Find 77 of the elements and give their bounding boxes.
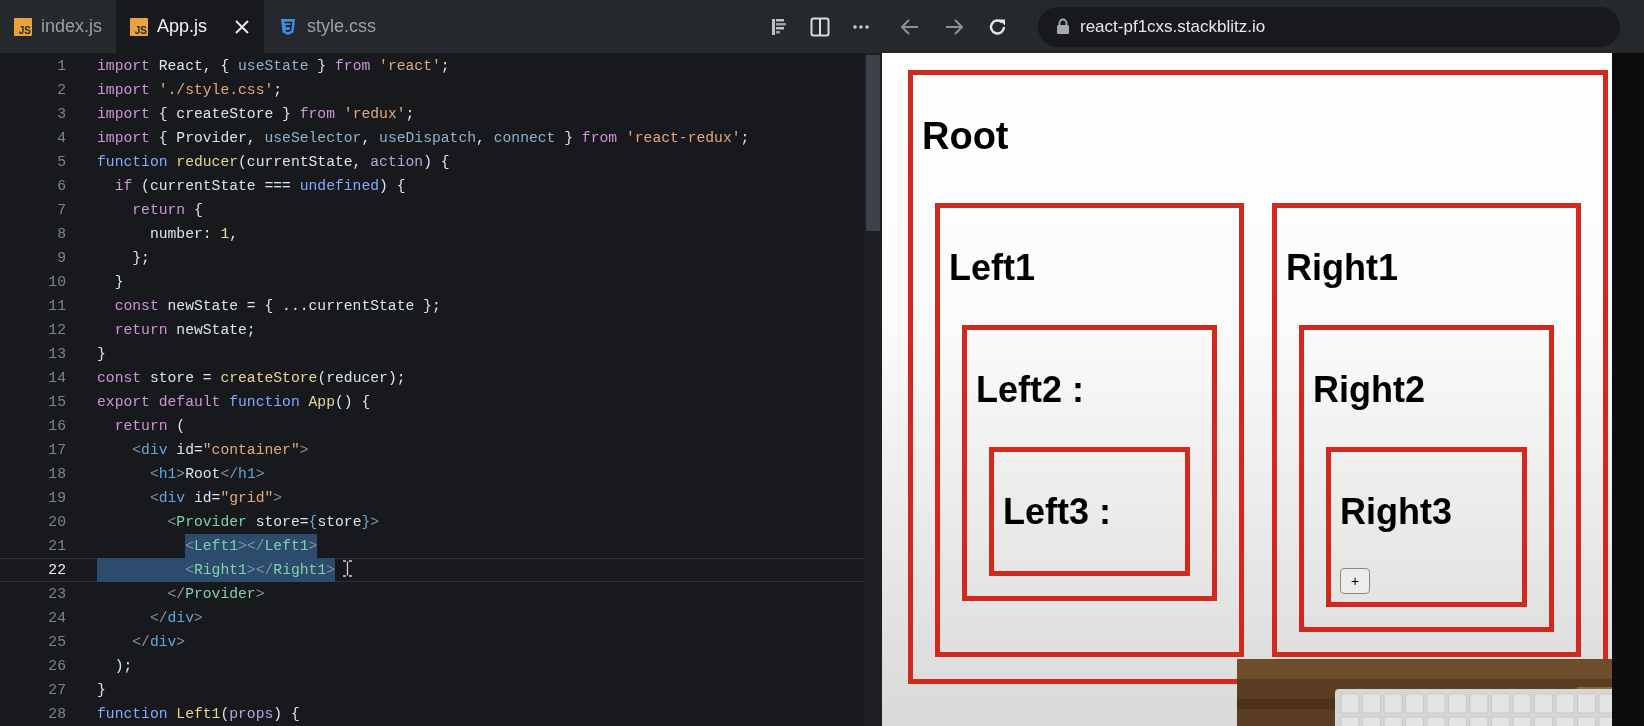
text-cursor-icon xyxy=(341,560,355,577)
file-tab[interactable]: style.css xyxy=(264,0,391,53)
line-number: 6 xyxy=(56,177,66,196)
file-tab[interactable]: JS index.js xyxy=(0,0,117,53)
line-number: 17 xyxy=(47,441,66,460)
code-line: import React, { useState } from 'react'; xyxy=(97,57,450,76)
line-number: 2 xyxy=(56,81,66,100)
code-line: import './style.css'; xyxy=(97,81,283,100)
close-icon[interactable] xyxy=(234,18,251,35)
code-line: <div id="container"> xyxy=(131,441,309,460)
line-number: 13 xyxy=(47,345,66,364)
reload-icon[interactable] xyxy=(988,16,1008,37)
code-line: } xyxy=(97,681,106,700)
line-number: 15 xyxy=(47,393,66,412)
code-line: ); xyxy=(113,657,133,676)
code-line: return newState; xyxy=(113,321,256,340)
component-title: Left1 xyxy=(949,246,1036,290)
js-file-icon: JS xyxy=(130,17,149,36)
line-number: 12 xyxy=(47,321,66,340)
code-line: <Provider store={store}> xyxy=(166,513,380,532)
code-line: <div id="grid"> xyxy=(148,489,283,508)
code-line: import { createStore } from 'redux'; xyxy=(97,105,415,124)
address-bar[interactable]: react-pf1cxs.stackblitz.io xyxy=(1038,6,1620,47)
back-icon[interactable] xyxy=(900,16,920,37)
code-line: } xyxy=(113,273,124,292)
js-file-icon: JS xyxy=(14,17,32,36)
code-line: function Left1(props) { xyxy=(97,705,300,724)
code-line: export default function App() { xyxy=(97,393,371,412)
plus-button[interactable]: + xyxy=(1340,568,1371,594)
line-number: 16 xyxy=(47,417,66,436)
line-number: 9 xyxy=(56,249,66,268)
code-line: if (currentState === undefined) { xyxy=(113,177,406,196)
line-number: 22 xyxy=(47,561,66,580)
line-number: 20 xyxy=(47,513,66,532)
split-view-icon[interactable] xyxy=(810,16,830,37)
line-number: 21 xyxy=(47,537,66,556)
code-line: import { Provider, useSelector, useDispatch, connect } from 'react-redux'; xyxy=(97,129,750,148)
component-title: Left2 : xyxy=(976,368,1085,412)
line-number: 27 xyxy=(47,681,66,700)
code-line: <h1>Root</h1> xyxy=(148,465,265,484)
code-line: const newState = { ...currentState }; xyxy=(113,297,441,316)
line-number: 3 xyxy=(56,105,66,124)
line-number: 8 xyxy=(56,225,66,244)
root-heading: Root xyxy=(922,114,1010,159)
file-tab[interactable]: JS App.js xyxy=(116,0,265,53)
line-number: 14 xyxy=(47,369,66,388)
line-number: 11 xyxy=(47,297,66,316)
code-line: } xyxy=(97,345,106,364)
code-line: </div> xyxy=(131,633,186,652)
code-line: }; xyxy=(131,249,150,268)
component-title: Right3 xyxy=(1340,490,1453,534)
code-line: </Provider> xyxy=(166,585,265,604)
forward-icon[interactable] xyxy=(944,16,964,37)
code-line: number: 1, xyxy=(148,225,239,244)
scrollbar-thumb[interactable] xyxy=(866,55,880,231)
component-title: Right2 xyxy=(1313,368,1426,412)
code-line: </div> xyxy=(148,609,203,628)
code-line: return { xyxy=(131,201,203,220)
line-number: 23 xyxy=(47,585,66,604)
component-title: Left3 : xyxy=(1003,490,1112,534)
line-number: 7 xyxy=(56,201,66,220)
line-number: 19 xyxy=(47,489,66,508)
line-number: 5 xyxy=(56,153,66,172)
line-number: 24 xyxy=(47,609,66,628)
line-number: 10 xyxy=(47,273,66,292)
code-line: return ( xyxy=(113,417,186,436)
component-title: Right1 xyxy=(1286,246,1399,290)
lock-icon xyxy=(1056,18,1070,35)
line-number: 18 xyxy=(47,465,66,484)
line-number: 26 xyxy=(47,657,66,676)
code-line: function reducer(currentState, action) { xyxy=(97,153,450,172)
line-number: 1 xyxy=(56,57,66,76)
line-number: 4 xyxy=(56,129,66,148)
formatter-icon[interactable] xyxy=(770,16,788,37)
line-number: 28 xyxy=(47,705,66,724)
code-line: const store = createStore(reducer); xyxy=(97,369,406,388)
line-number: 25 xyxy=(47,633,66,652)
